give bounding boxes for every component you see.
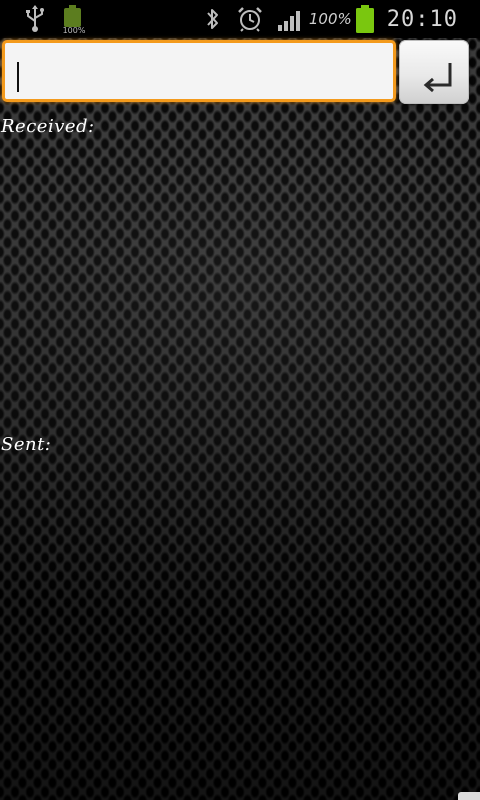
send-button[interactable]: [399, 40, 469, 104]
message-input[interactable]: [2, 40, 396, 102]
battery-percent: 100%: [308, 10, 352, 28]
app-screen: 100% 100% 20:10 Received: Sent:: [0, 0, 480, 800]
battery-small-percent: 100%: [62, 26, 86, 35]
sent-label: Sent:: [1, 434, 52, 455]
received-label: Received:: [1, 116, 95, 137]
corner-handle: [458, 792, 480, 800]
status-bar-left: 100%: [24, 4, 86, 35]
bluetooth-icon: [207, 9, 218, 29]
battery-icon: 100%: [60, 4, 86, 35]
text-cursor: [17, 62, 19, 92]
status-bar-right: 100% 20:10: [205, 0, 458, 38]
signal-icon: [277, 11, 300, 31]
usb-icon: [26, 5, 44, 32]
battery-icon: [355, 5, 374, 33]
status-clock: 20:10: [386, 6, 458, 32]
status-bar: 100% 100% 20:10: [0, 0, 480, 38]
alarm-icon: [237, 7, 262, 32]
enter-icon: [423, 63, 452, 93]
